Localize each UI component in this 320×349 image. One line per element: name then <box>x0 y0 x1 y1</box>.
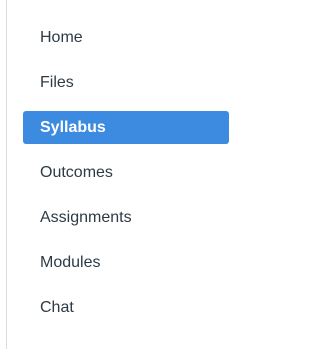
nav-item-modules[interactable]: Modules <box>23 247 229 279</box>
nav-item-syllabus[interactable]: Syllabus <box>23 111 229 144</box>
nav-item-assignments[interactable]: Assignments <box>23 202 229 234</box>
nav-item-outcomes[interactable]: Outcomes <box>23 157 229 189</box>
nav-item-files[interactable]: Files <box>23 67 229 99</box>
sidebar-divider <box>6 0 7 349</box>
nav-item-home[interactable]: Home <box>23 22 229 54</box>
nav-item-chat[interactable]: Chat <box>23 292 229 324</box>
course-navigation: Home Files Syllabus Outcomes Assignments… <box>23 22 229 324</box>
